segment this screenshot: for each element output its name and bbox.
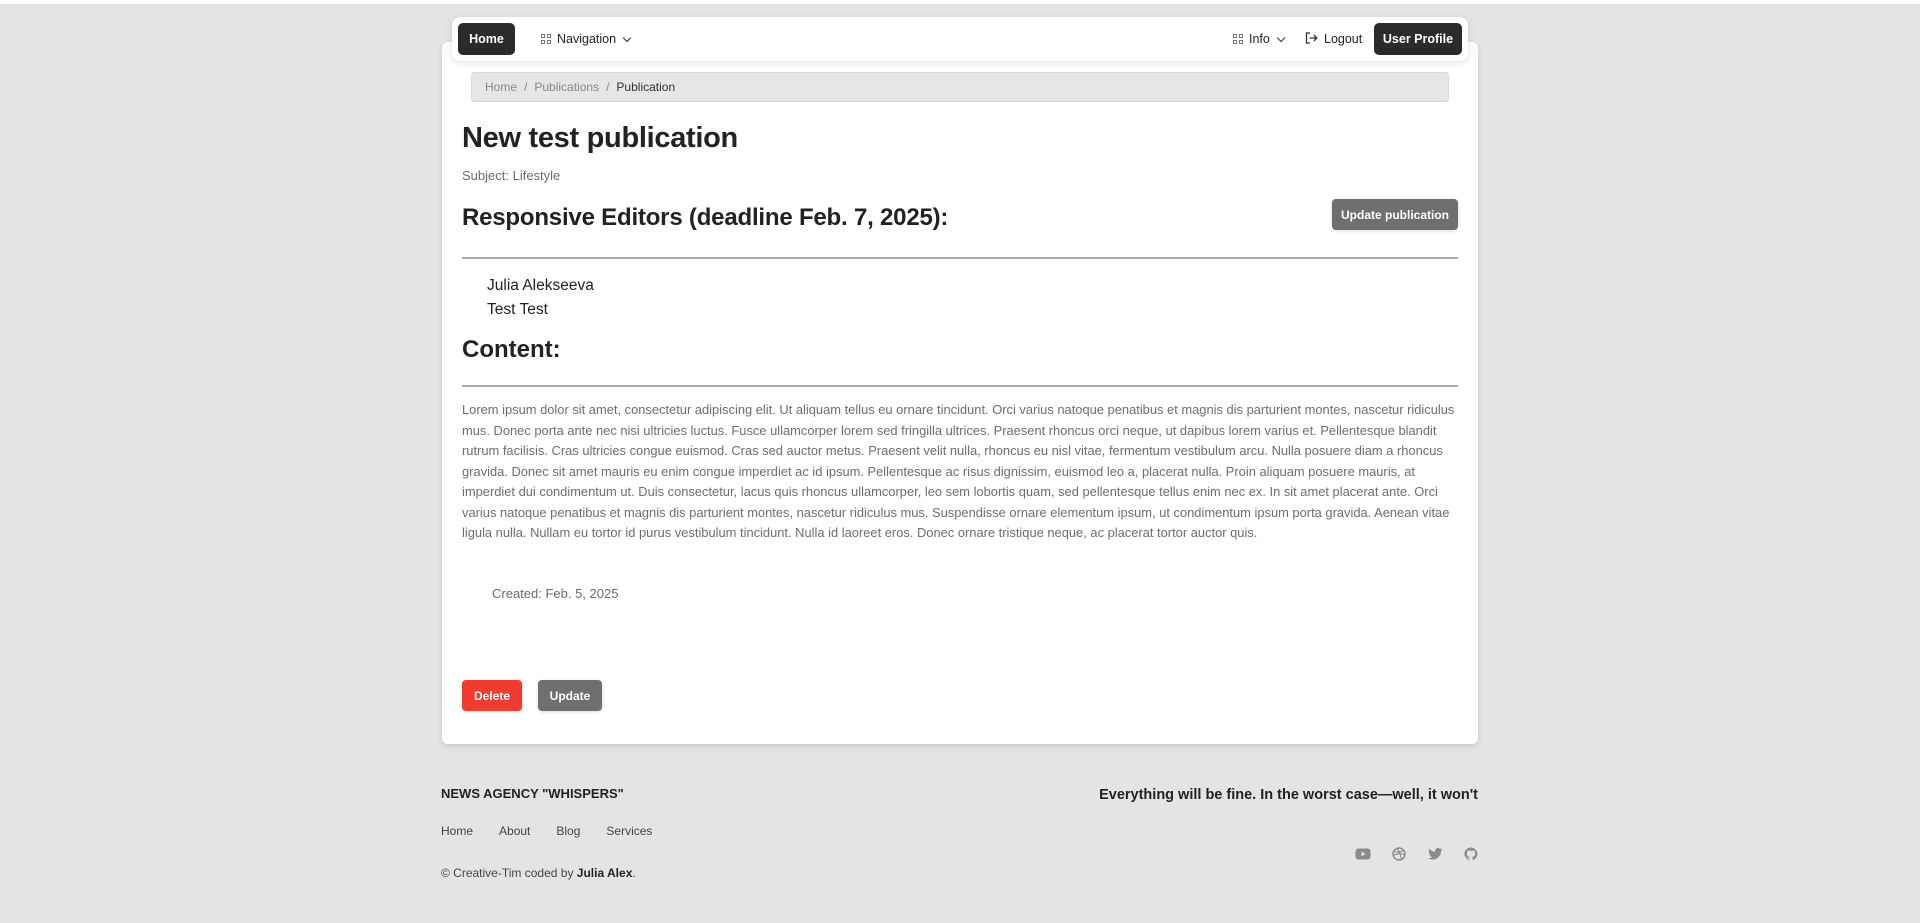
navbar: Home Navigation Info Logout User Profile (452, 17, 1468, 61)
footer-copyright: © Creative-Tim coded by Julia Alex. (441, 866, 636, 880)
breadcrumb-separator: / (524, 80, 528, 94)
dribbble-icon[interactable] (1391, 846, 1407, 862)
breadcrumb-publications[interactable]: Publications (534, 80, 599, 94)
info-label: Info (1249, 32, 1270, 46)
publication-content: Lorem ipsum dolor sit amet, consectetur … (462, 402, 1455, 540)
logout-link[interactable]: Logout (1305, 17, 1362, 61)
divider (462, 257, 1458, 259)
editors-heading: Responsive Editors (deadline Feb. 7, 202… (462, 204, 949, 231)
delete-button[interactable]: Delete (462, 680, 522, 711)
publication-subject: Subject: Lifestyle (462, 168, 561, 183)
navigation-label: Navigation (557, 32, 617, 46)
breadcrumb-current: Publication (616, 80, 676, 94)
page-title: New test publication (462, 122, 738, 154)
footer-brand: NEWS AGENCY "WHISPERS" (441, 786, 624, 801)
logout-label: Logout (1324, 32, 1363, 46)
editors-list: Julia Alekseeva Test Test (487, 274, 594, 322)
copyright-author[interactable]: Julia Alex (577, 866, 633, 880)
chevron-down-icon (622, 33, 632, 42)
editor-item: Test Test (487, 301, 548, 318)
github-icon[interactable] (1463, 846, 1479, 862)
chevron-down-icon (1276, 33, 1286, 42)
breadcrumb-home[interactable]: Home (485, 80, 517, 94)
home-button[interactable]: Home (458, 23, 515, 55)
footer-link-about[interactable]: About (499, 824, 530, 838)
grid-icon (541, 34, 551, 44)
top-border (0, 0, 1920, 4)
grid-icon (1233, 34, 1243, 44)
copyright-prefix: © Creative-Tim coded by (441, 866, 577, 880)
footer-links: Home About Blog Services (441, 824, 652, 838)
navigation-dropdown[interactable]: Navigation (541, 17, 632, 61)
copyright-suffix: . (632, 866, 636, 880)
breadcrumb-separator: / (606, 80, 610, 94)
content-heading: Content: (462, 336, 561, 363)
footer-tagline: Everything will be fine. In the worst ca… (1099, 787, 1478, 803)
update-publication-button[interactable]: Update publication (1332, 199, 1458, 230)
footer-link-services[interactable]: Services (606, 824, 652, 838)
divider (462, 385, 1458, 387)
info-dropdown[interactable]: Info (1233, 17, 1286, 61)
footer-link-home[interactable]: Home (441, 824, 473, 838)
editor-item: Julia Alekseeva (487, 277, 594, 294)
footer-link-blog[interactable]: Blog (556, 824, 580, 838)
update-button[interactable]: Update (538, 680, 602, 711)
user-profile-button[interactable]: User Profile (1374, 23, 1462, 55)
twitter-icon[interactable] (1427, 846, 1443, 862)
created-date: Created: Feb. 5, 2025 (492, 586, 619, 601)
youtube-icon[interactable] (1355, 846, 1371, 862)
logout-icon (1305, 31, 1318, 47)
footer-social (1355, 846, 1479, 862)
breadcrumb: Home / Publications / Publication (471, 72, 1449, 102)
